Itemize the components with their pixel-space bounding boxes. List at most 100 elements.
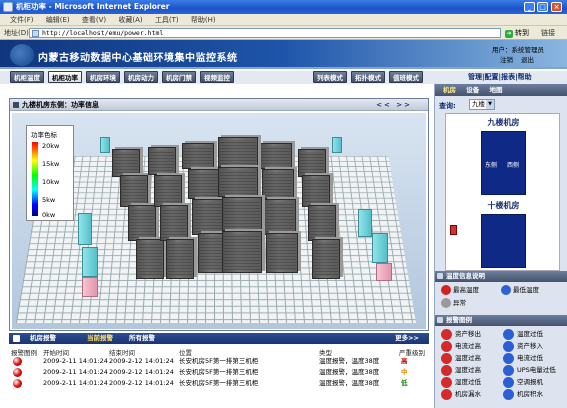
top-links[interactable]: 管理|配置|报表|帮助 <box>468 72 532 82</box>
table-row[interactable]: 2009-2-11 14:01:24 2009-2-12 14:01:24 长安机房… <box>9 378 429 389</box>
tab-cabinet-temperature[interactable]: 机柜温度 <box>10 71 44 83</box>
floor-select[interactable]: 九楼 ▼ <box>469 99 495 110</box>
alarm-type-icon <box>441 389 452 400</box>
window-title: 机柜功率 - Microsoft Internet Explorer <box>16 2 170 11</box>
table-row[interactable]: 2009-2-11 14:01:24 2009-2-12 14:01:24 长安机房… <box>9 367 429 378</box>
menu-view[interactable]: 查看(V) <box>82 14 106 26</box>
current-alarms-tab[interactable]: 当前报警 <box>87 333 113 344</box>
alarm-severity-icon <box>13 368 22 377</box>
maximize-button[interactable]: □ <box>537 2 548 12</box>
go-label: 转到 <box>515 29 529 37</box>
ac-unit[interactable] <box>372 233 388 263</box>
address-bar: 地址(D) http://localhost/emu/power.html ➔ 转… <box>0 26 567 40</box>
sidebar-tab-device[interactable]: 设备 <box>466 86 479 94</box>
ac-unit[interactable] <box>100 137 110 153</box>
rack-cabinet[interactable] <box>148 147 176 175</box>
dropdown-arrow-icon: ▼ <box>486 100 494 109</box>
rack-cabinet[interactable] <box>260 143 292 169</box>
menu-bar: 文件(F) 编辑(E) 查看(V) 收藏(A) 工具(T) 帮助(H) <box>0 14 567 26</box>
alarm-legend-item: 资产移出 <box>441 329 481 340</box>
table-row[interactable]: 2009-2-11 14:01:24 2009-2-12 14:01:24 长安机房… <box>9 356 429 367</box>
floor-map[interactable]: 九楼机房 东侧 西侧 十楼机房 <box>445 113 560 271</box>
ac-unit[interactable] <box>78 213 92 245</box>
rack-cabinet[interactable] <box>120 175 148 207</box>
rack-cabinet[interactable] <box>264 199 296 235</box>
rack-cabinet[interactable] <box>192 199 224 235</box>
tab-room-environment[interactable]: 机房环境 <box>86 71 120 83</box>
rack-cabinet[interactable] <box>112 149 140 177</box>
tab-cabinet-power[interactable]: 机柜功率 <box>48 71 82 83</box>
rack-cabinet[interactable] <box>136 239 164 279</box>
temp-indicator-icon <box>501 285 511 295</box>
power-cabinet[interactable] <box>376 263 392 281</box>
sidebar-tab-room[interactable]: 机房 <box>443 86 456 94</box>
url-field[interactable]: http://localhost/emu/power.html <box>29 28 501 38</box>
rack-cabinet[interactable] <box>308 205 336 241</box>
tab-room-access[interactable]: 机房门禁 <box>162 71 196 83</box>
rack-cabinet[interactable] <box>218 167 258 197</box>
alarm-legend-label: 资产移入 <box>517 342 543 350</box>
rack-cabinet[interactable] <box>154 175 182 207</box>
sidebar-tab-map[interactable]: 地图 <box>490 86 503 94</box>
globe-logo-icon <box>10 44 34 66</box>
tab-video-monitor[interactable]: 视频监控 <box>200 71 234 83</box>
alarm-type-icon <box>503 353 514 364</box>
exit-link[interactable]: 退出 <box>521 55 534 65</box>
room-3d-view[interactable]: 功率色标 20kw 15kw 10kw 5kw 0kw <box>12 113 426 329</box>
rack-cabinet[interactable] <box>312 239 340 279</box>
alarm-legend-label: 电流过低 <box>517 354 543 362</box>
legend-label: 10kw <box>42 178 60 186</box>
topology-mode-button[interactable]: 拓扑模式 <box>351 71 385 83</box>
go-button[interactable]: ➔ 转到 <box>505 28 535 38</box>
minimize-button[interactable]: _ <box>524 2 535 12</box>
app-title: 内蒙古移动数据中心基础环境集中监控系统 <box>38 53 238 64</box>
ac-unit[interactable] <box>358 209 372 237</box>
rack-cabinet[interactable] <box>302 175 330 207</box>
links-button[interactable]: 链接 <box>541 28 555 38</box>
menu-help[interactable]: 帮助(H) <box>191 14 216 26</box>
rack-cabinet[interactable] <box>188 169 220 199</box>
rack-cabinet[interactable] <box>266 233 298 273</box>
all-alarms-tab[interactable]: 所有报警 <box>129 333 155 344</box>
rack-cabinet[interactable] <box>222 197 262 231</box>
menu-favorites[interactable]: 收藏(A) <box>118 14 142 26</box>
menu-edit[interactable]: 编辑(E) <box>46 14 70 26</box>
cell-end-time: 2009-2-12 14:01:24 <box>109 357 174 365</box>
alarm-type-icon <box>503 365 514 376</box>
alarm-legend-label: 机房积水 <box>517 390 543 398</box>
temp-info-header: 温度信息说明 <box>435 271 567 282</box>
app-header: 内蒙古移动数据中心基础环境集中监控系统 用户：系统管理员 注销 退出 <box>0 40 567 69</box>
temp-legend-item: 最低温度 <box>501 285 539 295</box>
legend-label: 20kw <box>42 142 60 150</box>
ac-unit[interactable] <box>332 137 342 153</box>
map-title-9f: 九楼机房 <box>487 118 520 127</box>
more-alarms-link[interactable]: 更多>> <box>395 333 419 344</box>
rack-cabinet[interactable] <box>298 149 326 177</box>
panel-title: 九楼机房东侧：功率信息 <box>22 101 99 109</box>
url-text: http://localhost/emu/power.html <box>42 29 164 37</box>
alarm-type-icon <box>441 341 452 352</box>
rack-cabinet[interactable] <box>128 205 156 241</box>
alarm-legend-item: 电流过高 <box>441 341 481 352</box>
alarm-legend-item: 温度过低 <box>503 329 543 340</box>
alarm-legend-label: 温度过高 <box>455 354 481 362</box>
rack-cabinet[interactable] <box>262 169 294 199</box>
logout-link[interactable]: 注销 <box>500 55 513 65</box>
map-room-9f[interactable]: 东侧 西侧 <box>481 131 526 195</box>
rack-cabinet[interactable] <box>218 137 258 167</box>
panel-nav-arrows[interactable]: << >> <box>376 99 412 111</box>
close-button[interactable]: × <box>551 2 562 12</box>
tab-room-power[interactable]: 机房动力 <box>124 71 158 83</box>
duty-mode-button[interactable]: 值班模式 <box>389 71 423 83</box>
legend-label: 0kw <box>42 211 56 219</box>
rack-cabinet[interactable] <box>182 143 214 169</box>
rack-cabinet[interactable] <box>160 205 188 241</box>
menu-file[interactable]: 文件(F) <box>10 14 34 26</box>
rack-cabinet[interactable] <box>222 231 262 273</box>
ac-unit[interactable] <box>82 247 98 277</box>
power-cabinet[interactable] <box>82 277 98 297</box>
rack-cabinet[interactable] <box>166 239 194 279</box>
menu-tools[interactable]: 工具(T) <box>155 14 179 26</box>
list-mode-button[interactable]: 列表模式 <box>313 71 347 83</box>
map-room-10f[interactable] <box>481 214 526 268</box>
